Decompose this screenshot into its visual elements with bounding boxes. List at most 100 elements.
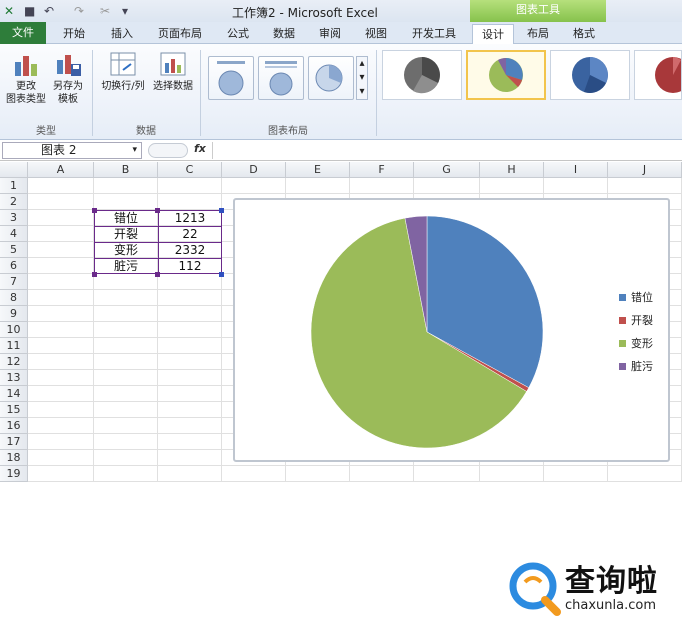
legend-item: 脏污 bbox=[619, 361, 653, 384]
column-header-F[interactable]: F bbox=[350, 162, 414, 178]
undo-icon[interactable]: ↶ bbox=[44, 3, 54, 19]
row-header-9[interactable]: 9 bbox=[0, 306, 28, 322]
row-header-13[interactable]: 13 bbox=[0, 370, 28, 386]
formula-input[interactable] bbox=[212, 142, 680, 159]
tab-file[interactable]: 文件 bbox=[0, 22, 46, 44]
tab-review[interactable]: 审阅 bbox=[312, 24, 348, 44]
chart-style-1[interactable] bbox=[382, 50, 462, 100]
tab-design[interactable]: 设计 bbox=[472, 24, 514, 46]
legend-item: 变形 bbox=[619, 338, 653, 361]
tab-developer[interactable]: 开发工具 bbox=[406, 24, 462, 44]
value-cell[interactable]: 2332 bbox=[159, 242, 221, 258]
chart-style-2-selected[interactable] bbox=[466, 50, 546, 100]
row-header-17[interactable]: 17 bbox=[0, 434, 28, 450]
switch-row-column-button[interactable]: 切换行/列 bbox=[96, 50, 150, 93]
value-cell[interactable]: 112 bbox=[159, 258, 221, 274]
column-header-C[interactable]: C bbox=[158, 162, 222, 178]
tab-format[interactable]: 格式 bbox=[566, 24, 602, 44]
name-box-dropdown-icon[interactable]: ▾ bbox=[132, 143, 137, 158]
select-all-corner[interactable] bbox=[0, 162, 28, 178]
row-header-10[interactable]: 10 bbox=[0, 322, 28, 338]
range-handle[interactable] bbox=[92, 272, 97, 277]
pie-chart-object[interactable]: 错位 开裂 变形 脏污 bbox=[233, 198, 670, 462]
change-chart-type-button[interactable]: 更改 图表类型 bbox=[4, 50, 48, 106]
tab-view[interactable]: 视图 bbox=[358, 24, 394, 44]
legend-swatch bbox=[619, 340, 626, 347]
row-header-8[interactable]: 8 bbox=[0, 290, 28, 306]
column-header-H[interactable]: H bbox=[480, 162, 544, 178]
ribbon: 更改 图表类型 另存为 模板 类型 切换行/列 选择数据 数据 ▴ ▾ ▾ 图表布局 bbox=[0, 44, 682, 140]
redo-icon[interactable]: ↷ bbox=[74, 3, 84, 19]
row-header-7[interactable]: 7 bbox=[0, 274, 28, 290]
row-header-6[interactable]: 6 bbox=[0, 258, 28, 274]
change-chart-type-label: 更改 图表类型 bbox=[6, 81, 46, 105]
layout-gallery-scroll[interactable]: ▴ ▾ ▾ bbox=[356, 56, 368, 100]
range-handle[interactable] bbox=[155, 208, 160, 213]
range-handle[interactable] bbox=[155, 272, 160, 277]
row-header-18[interactable]: 18 bbox=[0, 450, 28, 466]
chart-tools-label: 图表工具 bbox=[470, 0, 606, 22]
column-header-I[interactable]: I bbox=[544, 162, 608, 178]
row-header-16[interactable]: 16 bbox=[0, 418, 28, 434]
tab-formulas[interactable]: 公式 bbox=[220, 24, 256, 44]
tab-insert[interactable]: 插入 bbox=[104, 24, 140, 44]
category-cell[interactable]: 错位 bbox=[95, 210, 157, 226]
row-header-15[interactable]: 15 bbox=[0, 402, 28, 418]
column-header-E[interactable]: E bbox=[286, 162, 350, 178]
name-box[interactable]: 图表 2 ▾ bbox=[2, 142, 142, 159]
column-header-J[interactable]: J bbox=[608, 162, 682, 178]
window-title: 工作簿2 - Microsoft Excel bbox=[232, 6, 378, 20]
name-box-value: 图表 2 bbox=[41, 143, 77, 157]
legend-label: 错位 bbox=[631, 291, 653, 304]
value-cell[interactable]: 1213 bbox=[159, 210, 221, 226]
row-header-5[interactable]: 5 bbox=[0, 242, 28, 258]
save-as-template-button[interactable]: 另存为 模板 bbox=[50, 50, 86, 106]
category-cell[interactable]: 脏污 bbox=[95, 258, 157, 274]
row-header-4[interactable]: 4 bbox=[0, 226, 28, 242]
column-header-A[interactable]: A bbox=[28, 162, 94, 178]
title-bar: ✕ ■ ↶ ↷ ✂ ▾ 工作簿2 - Microsoft Excel 图表工具 bbox=[0, 0, 682, 22]
row-header-12[interactable]: 12 bbox=[0, 354, 28, 370]
column-header-D[interactable]: D bbox=[222, 162, 286, 178]
formula-bar: 图表 2 ▾ fx bbox=[0, 141, 682, 161]
tab-data[interactable]: 数据 bbox=[266, 24, 302, 44]
save-icon[interactable]: ■ bbox=[24, 3, 35, 19]
save-as-template-label: 另存为 模板 bbox=[53, 81, 83, 105]
select-data-button[interactable]: 选择数据 bbox=[150, 50, 196, 93]
value-cell[interactable]: 22 bbox=[159, 226, 221, 242]
insert-function-button[interactable]: fx bbox=[194, 142, 206, 155]
chart-style-4[interactable] bbox=[634, 50, 682, 100]
legend-label: 脏污 bbox=[631, 360, 653, 373]
category-cell[interactable]: 开裂 bbox=[95, 226, 157, 242]
chart-layout-3[interactable] bbox=[308, 56, 354, 100]
search-magnifier-icon bbox=[509, 562, 561, 616]
row-header-11[interactable]: 11 bbox=[0, 338, 28, 354]
chart-layout-1[interactable] bbox=[208, 56, 254, 100]
customize-quick-access-icon[interactable]: ▾ bbox=[122, 3, 128, 19]
category-cell[interactable]: 变形 bbox=[95, 242, 157, 258]
row-header-2[interactable]: 2 bbox=[0, 194, 28, 210]
range-handle[interactable] bbox=[92, 208, 97, 213]
layout-pie-icon bbox=[217, 61, 245, 96]
formula-bar-controls bbox=[148, 143, 188, 158]
range-handle[interactable] bbox=[219, 272, 224, 277]
column-header-G[interactable]: G bbox=[414, 162, 480, 178]
tab-page-layout[interactable]: 页面布局 bbox=[152, 24, 208, 44]
legend-swatch bbox=[619, 294, 626, 301]
worksheet-grid: ABCDEFGHIJ 1 2 3 4 5 6 7 8 9 10 11 12 13 14 15 16 17 18 19… bbox=[0, 162, 682, 622]
row-header-19[interactable]: 19 bbox=[0, 466, 28, 482]
column-header-B[interactable]: B bbox=[94, 162, 158, 178]
tab-home[interactable]: 开始 bbox=[56, 24, 92, 44]
row-header-14[interactable]: 14 bbox=[0, 386, 28, 402]
chart-legend[interactable]: 错位 开裂 变形 脏污 bbox=[619, 292, 653, 384]
row-header-1[interactable]: 1 bbox=[0, 178, 28, 194]
style-pie-icon bbox=[489, 58, 523, 92]
row-header-3[interactable]: 3 bbox=[0, 210, 28, 226]
layout-pie-icon bbox=[315, 64, 343, 92]
format-painter-icon[interactable]: ✂ bbox=[100, 3, 110, 19]
data-range: 错位 1213 开裂 22 变形 2332 脏污 112 bbox=[94, 210, 222, 274]
tab-chart-layout[interactable]: 布局 bbox=[520, 24, 556, 44]
chart-style-3[interactable] bbox=[550, 50, 630, 100]
range-handle[interactable] bbox=[219, 208, 224, 213]
chart-layout-2[interactable] bbox=[258, 56, 304, 100]
